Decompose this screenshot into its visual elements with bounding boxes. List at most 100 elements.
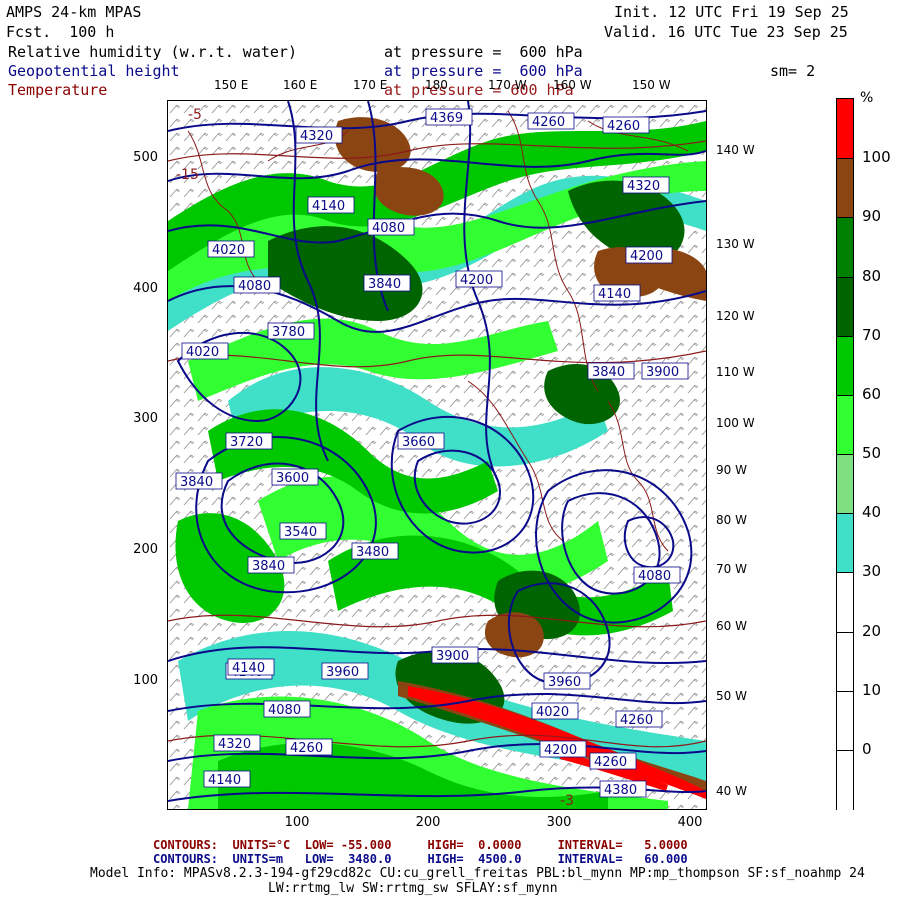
- colorbar-tick-label: 80: [862, 266, 882, 285]
- height-label: 4200: [460, 273, 493, 288]
- height-label-box: 4020: [207, 240, 255, 258]
- height-label: 4200: [544, 743, 577, 758]
- colorbar: [836, 98, 854, 810]
- height-label: 4140: [598, 287, 631, 302]
- height-label: 3480: [356, 545, 389, 560]
- smoothing-label: sm= 2: [770, 62, 816, 80]
- height-label: 3540: [284, 525, 317, 540]
- height-label-box: 4080: [233, 276, 281, 294]
- lon-label-right: 100 W: [716, 416, 755, 430]
- lon-label-top: 150 E: [214, 78, 249, 92]
- lon-label-right: 110 W: [716, 365, 755, 379]
- height-label-box: 4200: [455, 270, 503, 288]
- height-label-box: 4320: [622, 176, 670, 194]
- colorbar-segment: [837, 99, 853, 159]
- x-tick-label: 200: [415, 815, 441, 830]
- x-tick-label: 300: [546, 815, 572, 830]
- height-label: 4140: [312, 199, 345, 214]
- height-label: 3900: [646, 365, 679, 380]
- height-label: 4140: [232, 661, 265, 676]
- height-label-box: 4260: [285, 738, 333, 756]
- colorbar-tick-label: 10: [862, 680, 882, 699]
- height-label: 4080: [268, 703, 301, 718]
- colorbar-tick-label: 50: [862, 444, 882, 462]
- model-info: Model Info: MPASv8.2.3-194-gf29cd82c CU:…: [90, 866, 865, 881]
- height-label-box: 4200: [539, 740, 587, 758]
- field-temp-label: Temperature: [8, 81, 108, 99]
- height-label-box: 3900: [641, 362, 689, 380]
- height-label-box: 4080: [367, 218, 415, 236]
- height-label-box: 3900: [431, 646, 479, 664]
- height-label: 3960: [326, 665, 359, 680]
- y-tick-label: 100: [133, 673, 158, 688]
- height-label: 3840: [180, 475, 213, 490]
- colorbar-tick-label: 0: [862, 739, 872, 758]
- height-label-box: 4140: [227, 658, 275, 676]
- height-label-box: 3540: [279, 522, 327, 540]
- height-label-box: 4200: [625, 246, 673, 264]
- colorbar-segment: [837, 572, 853, 633]
- model-info-2: LW:rrtmg_lw SW:rrtmg_sw SFLAY:sf_mynn: [268, 881, 558, 896]
- colorbar-segment: [837, 217, 853, 278]
- height-contour-info: CONTOURS: UNITS=m LOW= 3480.0 HIGH= 4500…: [153, 852, 688, 866]
- height-label: 3600: [276, 471, 309, 486]
- colorbar-tick-label: 70: [862, 325, 882, 344]
- lon-label-right: 130 W: [716, 237, 755, 251]
- lon-label-top: 170 W: [488, 78, 527, 92]
- map-graphic: 4369 4260 4260 4320 4320 4140 4080 4020 …: [168, 101, 706, 809]
- height-label-box: 4260: [589, 752, 637, 770]
- field-rh-label: Relative humidity (w.r.t. water): [8, 43, 297, 61]
- height-label: 4020: [536, 705, 569, 720]
- height-label-box: 4080: [633, 566, 681, 584]
- height-label: 3780: [272, 325, 305, 340]
- height-label-box: 4260: [615, 710, 663, 728]
- colorbar-tick-label: 100: [862, 148, 891, 167]
- height-label-box: 4140: [203, 770, 251, 788]
- lon-label-right: 70 W: [716, 562, 747, 576]
- height-label: 4140: [208, 773, 241, 788]
- height-label: 4080: [238, 279, 271, 294]
- height-label-box: 3840: [247, 556, 295, 574]
- x-tick-label: 100: [284, 815, 310, 830]
- height-label: 4080: [372, 221, 405, 236]
- height-label: 4200: [630, 249, 663, 264]
- height-label: 4260: [290, 741, 323, 756]
- height-label-box: 3720: [225, 432, 273, 450]
- height-label-box: 3960: [321, 662, 369, 680]
- height-label-box: 3600: [271, 468, 319, 486]
- colorbar-segment: [837, 749, 853, 810]
- height-label-box: 3840: [175, 472, 223, 490]
- height-label-box: 4080: [263, 700, 311, 718]
- lon-label-right: 90 W: [716, 463, 747, 477]
- colorbar-unit: %: [860, 90, 874, 106]
- temp-label: -15: [176, 167, 199, 183]
- colorbar-segment: [837, 276, 853, 337]
- colorbar-segment: [837, 335, 853, 396]
- colorbar-tick-label: 40: [862, 503, 882, 522]
- colorbar-segment: [837, 513, 853, 574]
- colorbar-tick-label: 60: [862, 384, 882, 403]
- height-label-box: 3960: [543, 672, 591, 690]
- colorbar-segment: [837, 690, 853, 751]
- forecast-hour: Fcst. 100 h: [6, 23, 115, 41]
- height-label: 4260: [607, 119, 640, 134]
- colorbar-tick-label: 20: [862, 621, 882, 640]
- lon-label-top: 180: [425, 78, 448, 92]
- height-label: 3840: [592, 365, 625, 380]
- height-label-box: 4020: [531, 702, 579, 720]
- height-label: 3840: [368, 277, 401, 292]
- height-label-box: 4369: [425, 108, 473, 126]
- height-label: 4020: [212, 243, 245, 258]
- y-tick-label: 200: [133, 542, 158, 557]
- field-temp-level: at pressure = 600 hPa: [384, 81, 574, 99]
- lon-label-top: 160 W: [553, 78, 592, 92]
- height-label-box: 4320: [213, 734, 261, 752]
- y-tick-label: 300: [133, 411, 158, 426]
- height-label: 4260: [620, 713, 653, 728]
- colorbar-segment: [837, 158, 853, 219]
- lon-label-right: 50 W: [716, 689, 747, 703]
- height-label-box: 4260: [602, 116, 650, 134]
- height-label: 4369: [430, 111, 463, 126]
- colorbar-tick-label: 90: [862, 207, 882, 226]
- height-label-box: 4140: [593, 284, 641, 302]
